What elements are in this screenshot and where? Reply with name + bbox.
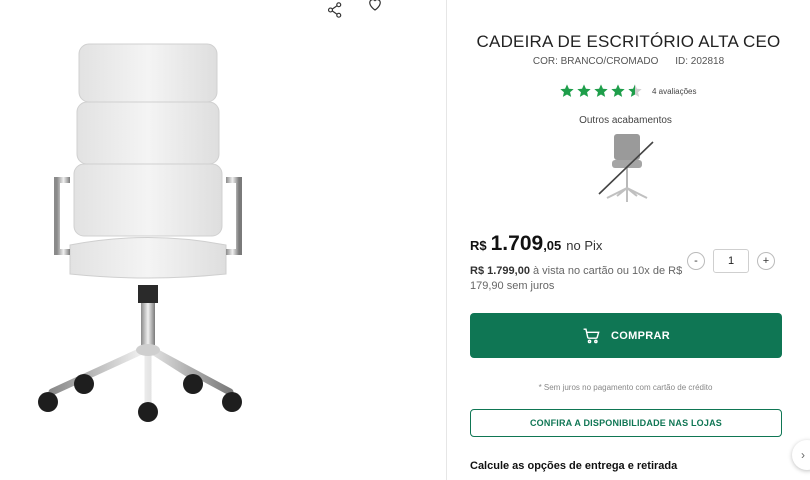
rating-count: 4 avaliações <box>652 86 697 96</box>
product-title: CADEIRA DE ESCRITÓRIO ALTA CEO <box>476 32 781 51</box>
quantity-input[interactable] <box>713 249 749 273</box>
price-currency: R$ <box>470 238 487 253</box>
rating-stars <box>559 83 644 99</box>
share-icon[interactable] <box>324 0 346 21</box>
product-info: CADEIRA DE ESCRITÓRIO ALTA CEO COR: BRAN… <box>447 0 810 480</box>
price-cents: ,05 <box>543 238 562 253</box>
price-method: no Pix <box>566 238 603 253</box>
finishes-label: Outros acabamentos <box>579 115 672 126</box>
star-icon <box>560 84 574 97</box>
star-icon <box>628 84 642 97</box>
cart-icon <box>583 328 600 344</box>
installment-note: * Sem juros no pagamento com cartão de c… <box>538 383 713 392</box>
star-icon <box>577 84 591 97</box>
star-icon <box>594 84 608 97</box>
product-meta: COR: BRANCO/CROMADO ID: 202818 <box>447 56 810 67</box>
delivery-title: Calcule as opções de entrega e retirada <box>470 460 678 472</box>
card-price-value: R$ 1.799,00 <box>470 265 530 277</box>
product-image <box>38 43 242 422</box>
finish-thumbnail[interactable] <box>597 132 657 210</box>
pix-price: R$ 1.709 ,05 no Pix <box>470 232 602 256</box>
buy-button-label: COMPRAR <box>611 329 670 342</box>
quantity-stepper: - + <box>687 249 775 273</box>
buy-button[interactable]: COMPRAR <box>470 313 782 358</box>
card-price: R$ 1.799,00 à vista no cartão ou 10x de … <box>470 264 685 294</box>
check-stock-button[interactable]: CONFIRA A DISPONIBILIDADE NAS LOJAS <box>470 409 782 437</box>
quantity-decrease-button[interactable]: - <box>687 252 705 270</box>
quantity-increase-button[interactable]: + <box>757 252 775 270</box>
product-gallery <box>0 0 446 480</box>
product-id: ID: 202818 <box>675 56 725 67</box>
heart-icon[interactable] <box>364 0 386 15</box>
price-integer: 1.709 <box>490 232 544 255</box>
product-color: COR: BRANCO/CROMADO <box>532 56 659 67</box>
product-rating[interactable]: 4 avaliações <box>559 83 696 99</box>
star-icon <box>611 84 625 97</box>
